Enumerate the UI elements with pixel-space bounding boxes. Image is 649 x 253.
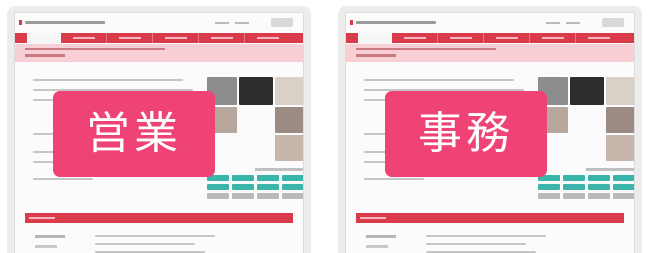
- tag-button: [613, 184, 634, 190]
- photo-grid: [538, 77, 634, 163]
- tag-button: [588, 193, 610, 199]
- tag-button: [588, 175, 610, 181]
- tag-button: [282, 184, 303, 190]
- photo-thumbnail: [275, 107, 303, 133]
- nav-item-active: [358, 33, 392, 43]
- footer-label: [35, 235, 65, 238]
- tag-button: [207, 184, 229, 190]
- tag-button: [613, 193, 634, 199]
- site-header: [346, 13, 634, 33]
- footer-label: [35, 245, 57, 248]
- nav-item: [530, 33, 576, 43]
- nav-item: [245, 33, 291, 43]
- notice-bar: [346, 44, 634, 62]
- text-line: [364, 79, 514, 81]
- text-line: [95, 235, 215, 237]
- tag-button: [232, 193, 254, 199]
- tag-button: [282, 175, 303, 181]
- nav-item: [153, 33, 199, 43]
- tag-button: [257, 184, 279, 190]
- site-logo: [356, 21, 436, 24]
- tag-button: [563, 184, 585, 190]
- nav-item: [438, 33, 484, 43]
- tag-button: [282, 193, 303, 199]
- tag-button: [538, 193, 560, 199]
- category-label: 営業: [86, 108, 182, 159]
- site-nav: [15, 33, 303, 43]
- text-line: [426, 235, 546, 237]
- photo-thumbnail: [606, 135, 634, 161]
- tag-button: [257, 193, 279, 199]
- site-header: [15, 13, 303, 33]
- site-nav: [346, 33, 634, 43]
- nav-item: [576, 33, 622, 43]
- section-heading-bar: [356, 213, 624, 223]
- job-category-card-office[interactable]: 事務: [338, 6, 642, 253]
- site-logo-icon: [19, 20, 22, 25]
- header-link: [566, 22, 580, 24]
- photo-thumbnail: [239, 77, 273, 105]
- category-label-badge[interactable]: 営業: [53, 91, 215, 177]
- tag-button: [563, 175, 585, 181]
- tag-button: [207, 193, 229, 199]
- nav-item: [484, 33, 530, 43]
- footer-label: [366, 245, 388, 248]
- job-category-card-sales[interactable]: 営業: [7, 6, 311, 253]
- category-label-badge[interactable]: 事務: [385, 91, 547, 177]
- photo-thumbnail: [606, 107, 634, 133]
- site-logo-icon: [350, 20, 353, 25]
- header-link: [215, 22, 229, 24]
- notice-bar: [15, 44, 303, 62]
- photo-thumbnail: [275, 77, 303, 105]
- tag-button: [613, 175, 634, 181]
- tag-button: [588, 184, 610, 190]
- text-line: [426, 243, 526, 245]
- tag-button: [538, 184, 560, 190]
- text-line: [95, 243, 195, 245]
- text-line: [33, 79, 183, 81]
- photo-thumbnail: [275, 135, 303, 161]
- nav-item: [199, 33, 245, 43]
- photo-grid: [207, 77, 303, 163]
- header-button: [602, 18, 624, 27]
- more-link: [586, 168, 634, 171]
- nav-item: [107, 33, 153, 43]
- tag-button: [232, 175, 254, 181]
- header-button: [271, 18, 293, 27]
- tag-button: [232, 184, 254, 190]
- site-logo: [25, 21, 105, 24]
- text-line: [364, 178, 424, 180]
- tag-button: [257, 175, 279, 181]
- header-link: [546, 22, 560, 24]
- nav-item: [61, 33, 107, 43]
- section-heading-bar: [25, 213, 293, 223]
- photo-thumbnail: [606, 77, 634, 105]
- nav-item-active: [27, 33, 61, 43]
- nav-item: [392, 33, 438, 43]
- header-link: [235, 22, 249, 24]
- more-link: [255, 168, 303, 171]
- text-line: [33, 178, 93, 180]
- tag-button: [563, 193, 585, 199]
- footer-label: [366, 235, 396, 238]
- photo-thumbnail: [570, 77, 604, 105]
- category-label: 事務: [418, 108, 514, 159]
